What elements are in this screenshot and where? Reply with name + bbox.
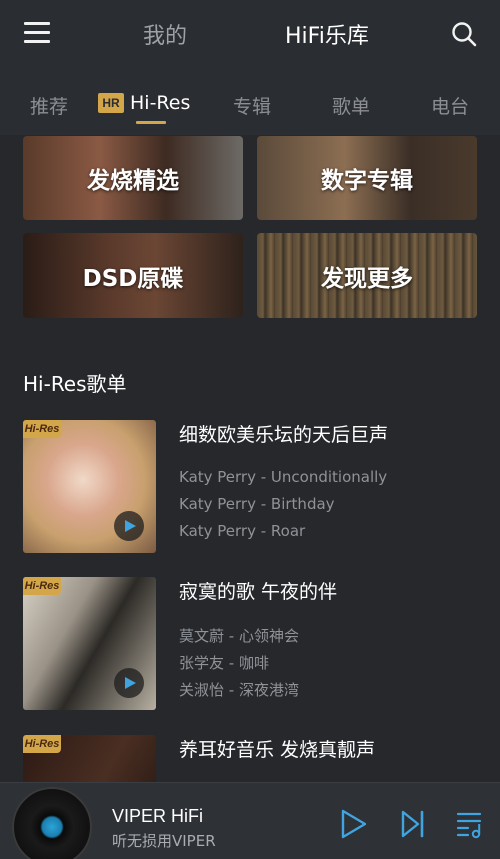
menu-icon[interactable]: [24, 22, 52, 46]
banner-label: 发现更多: [321, 265, 413, 292]
list-item[interactable]: Hi-Res 寂寞的歌 午夜的伴 莫文蔚 - 心领神会 张学友 - 咖啡 关淑怡…: [0, 577, 500, 717]
hires-badge: Hi-Res: [23, 577, 61, 595]
tab-hires[interactable]: HR Hi-Res: [98, 92, 190, 114]
track-line: Katy Perry - Birthday: [179, 495, 335, 513]
playlist-title: 细数欧美乐坛的天后巨声: [179, 424, 389, 446]
mini-player[interactable]: VIPER HiFi 听无损用VIPER: [0, 782, 500, 859]
hires-badge: Hi-Res: [23, 735, 61, 753]
playlist-cover[interactable]: Hi-Res: [23, 577, 156, 710]
tab-hifi-library[interactable]: HiFi乐库: [285, 18, 369, 50]
player-title: VIPER HiFi: [112, 806, 204, 826]
track-line: 莫文蔚 - 心领神会: [179, 627, 299, 645]
tab-playlist[interactable]: 歌单: [332, 92, 370, 119]
playlist-cover[interactable]: Hi-Res: [23, 420, 156, 553]
play-icon: [341, 809, 367, 839]
play-icon[interactable]: [114, 511, 144, 541]
playlist-title: 养耳好音乐 发烧真靓声: [179, 739, 376, 761]
track-line: 关淑怡 - 深夜港湾: [179, 681, 299, 699]
playlist-title: 寂寞的歌 午夜的伴: [179, 581, 338, 603]
track-line: Katy Perry - Unconditionally: [179, 468, 388, 486]
tab-recommend[interactable]: 推荐: [30, 92, 68, 119]
search-icon[interactable]: [450, 20, 478, 48]
playlist-button[interactable]: [456, 809, 484, 843]
active-tab-indicator: [136, 121, 166, 124]
hr-badge-icon: HR: [98, 93, 124, 113]
tab-album[interactable]: 专辑: [233, 92, 271, 119]
tab-radio[interactable]: 电台: [431, 92, 469, 119]
hires-badge: Hi-Res: [23, 420, 61, 438]
list-item[interactable]: Hi-Res 细数欧美乐坛的天后巨声 Katy Perry - Uncondit…: [0, 420, 500, 560]
category-tabs: 推荐 HR Hi-Res 专辑 歌单 电台: [0, 70, 500, 135]
tab-hires-label: Hi-Res: [130, 92, 191, 114]
banner-discover-more[interactable]: 发现更多: [257, 233, 477, 318]
track-line: Katy Perry - Roar: [179, 522, 306, 540]
next-icon: [401, 810, 424, 838]
top-header: 我的 HiFi乐库: [0, 0, 500, 70]
banner-label: DSD原碟: [82, 265, 184, 292]
banner-digital-album[interactable]: 数字专辑: [257, 136, 477, 220]
banner-label: 发烧精选: [87, 168, 179, 194]
banner-label: 数字专辑: [321, 168, 413, 194]
banner-dsd[interactable]: DSD原碟: [23, 233, 243, 318]
section-title: Hi-Res歌单: [23, 372, 127, 396]
player-subtitle: 听无损用VIPER: [112, 832, 216, 850]
playlist-icon: [456, 812, 482, 839]
track-line: 张学友 - 咖啡: [179, 654, 269, 672]
play-button[interactable]: [340, 809, 368, 843]
disc-icon[interactable]: [12, 787, 92, 859]
next-button[interactable]: [400, 809, 426, 843]
tab-mine[interactable]: 我的: [143, 18, 187, 50]
banner-fever-picks[interactable]: 发烧精选: [23, 136, 243, 220]
play-icon[interactable]: [114, 668, 144, 698]
